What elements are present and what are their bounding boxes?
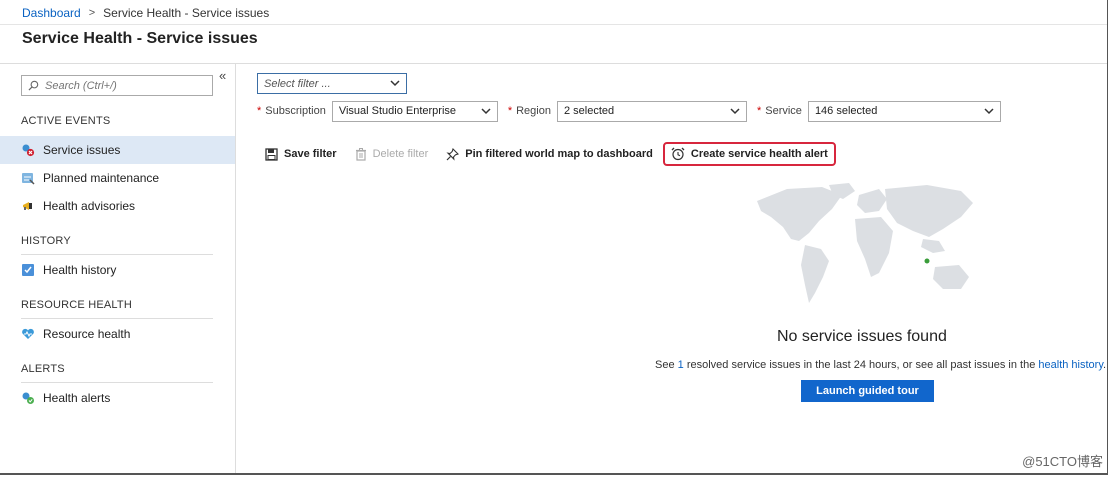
health-alerts-icon — [21, 391, 35, 405]
world-map — [757, 183, 973, 303]
health-history-icon — [21, 263, 35, 277]
divider — [21, 254, 213, 255]
region-value: 2 selected — [563, 105, 615, 117]
divider — [21, 318, 213, 319]
subscription-dropdown[interactable]: Visual Studio Enterprise — [331, 100, 498, 122]
filter-row: * Subscription Visual Studio Enterprise … — [257, 100, 1011, 122]
section-active-events: ACTIVE EVENTS — [21, 115, 111, 127]
main-content: Select filter ... * Subscription Visual … — [237, 64, 1107, 473]
watermark: @51CTO博客 — [1022, 454, 1103, 469]
required-mark: * — [507, 105, 513, 117]
breadcrumb-separator: > — [88, 7, 96, 19]
chevron-down-icon — [390, 80, 400, 87]
breadcrumb-current: Service Health - Service issues — [103, 6, 270, 20]
divider — [21, 382, 213, 383]
subscription-label: Subscription — [265, 105, 326, 117]
sidebar-item-service-issues[interactable]: Service issues — [0, 136, 235, 164]
australia-shape — [933, 265, 969, 289]
africa-shape — [855, 217, 893, 277]
pin-icon — [446, 147, 460, 161]
sidebar-item-label: Health alerts — [43, 391, 111, 405]
required-mark: * — [257, 105, 262, 117]
sidebar-item-health-history[interactable]: Health history — [0, 256, 235, 284]
save-icon — [265, 147, 278, 161]
chevron-down-icon — [984, 107, 994, 114]
toolbar: Save filter Delete filter Pin filtered w… — [265, 142, 854, 166]
section-resource-health: RESOURCE HEALTH — [21, 299, 132, 311]
required-mark: * — [756, 105, 762, 117]
service-label: Service — [765, 105, 802, 117]
select-filter-placeholder: Select filter ... — [264, 77, 331, 90]
breadcrumb: Dashboard > Service Health - Service iss… — [22, 6, 269, 20]
trash-icon — [355, 147, 366, 161]
health-history-link[interactable]: health history — [1038, 359, 1103, 371]
pin-map-label: Pin filtered world map to dashboard — [465, 148, 653, 160]
asia-shape — [885, 185, 973, 237]
search-input[interactable] — [45, 79, 205, 92]
sidebar-item-planned-maintenance[interactable]: Planned maintenance — [0, 164, 235, 192]
sidebar-item-label: Health history — [43, 263, 117, 277]
megaphone-icon — [21, 199, 35, 213]
delete-filter-button[interactable]: Delete filter — [355, 147, 429, 161]
chevron-down-icon — [481, 107, 491, 114]
section-alerts: ALERTS — [21, 363, 65, 375]
section-history: HISTORY — [21, 235, 71, 247]
collapse-sidebar-button[interactable]: « — [219, 68, 226, 83]
service-dropdown[interactable]: 146 selected — [807, 100, 1001, 122]
region-dropdown[interactable]: 2 selected — [556, 100, 747, 122]
subscription-value: Visual Studio Enterprise — [338, 105, 457, 117]
sidebar-item-resource-health[interactable]: Resource health — [0, 320, 235, 348]
service-issues-icon — [21, 143, 35, 157]
maintenance-icon — [21, 171, 35, 185]
sidebar-item-health-alerts[interactable]: Health alerts — [0, 384, 235, 412]
alarm-clock-icon — [671, 147, 685, 161]
launch-guided-tour-button[interactable]: Launch guided tour — [801, 380, 934, 402]
sidebar-item-label: Service issues — [43, 143, 121, 157]
empty-state-title: No service issues found — [777, 328, 947, 345]
pin-map-button[interactable]: Pin filtered world map to dashboard — [446, 147, 653, 161]
sidebar-item-label: Health advisories — [43, 199, 136, 213]
southeast-asia-shape — [921, 239, 945, 253]
breadcrumb-dashboard-link[interactable]: Dashboard — [22, 6, 81, 20]
north-america-shape — [757, 187, 842, 241]
empty-state-description: See 1 resolved service issues in the las… — [655, 359, 1106, 371]
sidebar-item-health-advisories[interactable]: Health advisories — [0, 192, 235, 220]
save-filter-label: Save filter — [284, 148, 337, 160]
select-filter-dropdown[interactable]: Select filter ... — [257, 73, 407, 94]
heart-icon — [21, 327, 35, 341]
south-america-shape — [801, 245, 829, 303]
sidebar-item-label: Resource health — [43, 327, 131, 341]
service-value: 146 selected — [814, 105, 878, 117]
sidebar-item-label: Planned maintenance — [43, 171, 160, 185]
delete-filter-label: Delete filter — [372, 148, 429, 160]
search-icon — [28, 80, 39, 91]
sidebar: « ACTIVE EVENTS Service issues Planned m… — [0, 64, 236, 473]
empty-desc-text: See — [655, 359, 678, 371]
region-label: Region — [516, 105, 551, 117]
divider — [0, 24, 1107, 25]
empty-desc-text: . — [1103, 359, 1107, 371]
sidebar-search[interactable] — [21, 75, 213, 96]
portal-window: Dashboard > Service Health - Service iss… — [0, 0, 1108, 475]
create-health-alert-button[interactable]: Create service health alert — [662, 142, 836, 166]
europe-shape — [857, 189, 887, 213]
page-title: Service Health - Service issues — [22, 30, 258, 47]
map-marker — [924, 258, 930, 264]
create-health-alert-label: Create service health alert — [690, 148, 828, 160]
chevron-down-icon — [730, 107, 740, 114]
save-filter-button[interactable]: Save filter — [265, 147, 337, 161]
empty-desc-text: resolved service issues in the last 24 h… — [683, 359, 1039, 371]
